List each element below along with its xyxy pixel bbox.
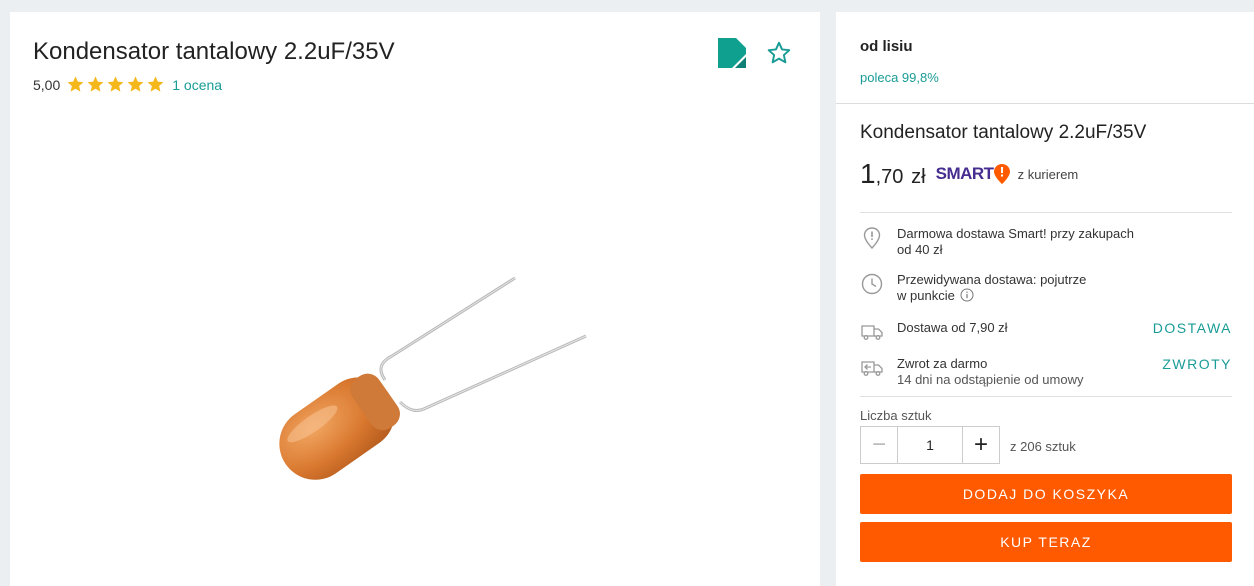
clock-icon <box>861 273 883 295</box>
courier-note: z kurierem <box>1017 166 1079 182</box>
smart-pin-outline-icon <box>863 227 881 250</box>
returns-row: Zwrot za darmo 14 dni na odstąpienie od … <box>860 356 1232 390</box>
free-delivery-row: Darmowa dostawa Smart! przy zakupach od … <box>860 226 1232 260</box>
price-decimal: ,70 <box>875 166 904 188</box>
add-to-cart-button[interactable]: DODAJ DO KOSZYKA <box>860 474 1232 514</box>
quantity-stepper: − 1 + <box>860 426 1000 464</box>
price: 1,70 zł <box>860 158 926 190</box>
expected-delivery-text: Przewidywana dostawa: pojutrze w punkcie <box>897 272 1086 304</box>
buy-now-button[interactable]: KUP TERAZ <box>860 522 1232 562</box>
rating-value: 5,00 <box>33 76 61 93</box>
stock-count: z 206 sztuk <box>1010 439 1076 454</box>
info-icon[interactable] <box>960 288 974 302</box>
quantity-label: Liczba sztuk <box>860 408 932 423</box>
product-image <box>279 276 587 480</box>
price-row: 1,70 zł SMART z kurierem <box>860 158 1078 190</box>
seller-name[interactable]: od lisiu <box>860 38 913 55</box>
smart-badge: SMART <box>936 164 1010 184</box>
seller-recommendation: poleca 99,8% <box>860 70 939 85</box>
free-delivery-line1: Darmowa dostawa Smart! przy zakupach <box>897 226 1134 241</box>
expected-delivery-line2: w punkcie <box>897 288 955 303</box>
smart-label: SMART <box>935 164 994 183</box>
star-icon <box>87 76 104 92</box>
product-gallery-panel: Kondensator tantalowy 2.2uF/35V 5,00 1 o… <box>10 12 820 586</box>
expected-delivery-line1: Przewidywana dostawa: pojutrze <box>897 272 1087 287</box>
price-currency: zł <box>911 166 926 188</box>
truck-icon <box>861 325 883 340</box>
divider <box>836 103 1254 104</box>
free-delivery-line2: od 40 zł <box>897 242 943 257</box>
shipping-row: Dostawa od 7,90 zł DOSTAWA <box>860 320 1232 342</box>
smart-pin-icon <box>993 164 1010 184</box>
quantity-input[interactable]: 1 <box>898 426 962 464</box>
return-truck-icon <box>861 361 883 376</box>
free-delivery-text: Darmowa dostawa Smart! przy zakupach od … <box>897 226 1134 258</box>
product-title: Kondensator tantalowy 2.2uF/35V <box>33 38 395 65</box>
star-icon <box>147 76 164 92</box>
star-icon <box>67 76 84 92</box>
star-icon <box>107 76 124 92</box>
returns-line1: Zwrot za darmo <box>897 356 988 371</box>
expected-delivery-row: Przewidywana dostawa: pojutrze w punkcie <box>860 272 1232 306</box>
increase-button[interactable]: + <box>962 426 1000 464</box>
returns-link[interactable]: ZWROTY <box>1162 356 1232 372</box>
shipping-link[interactable]: DOSTAWA <box>1153 320 1232 336</box>
offer-title: Kondensator tantalowy 2.2uF/35V <box>860 122 1147 143</box>
offer-panel: od lisiu poleca 99,8% Kondensator tantal… <box>836 12 1254 586</box>
rating-stars <box>66 75 166 94</box>
bookmark-icon[interactable] <box>718 38 746 68</box>
price-integer: 1 <box>860 158 876 189</box>
star-icon <box>127 76 144 92</box>
star-outline-icon[interactable] <box>766 40 792 66</box>
divider <box>860 212 1232 213</box>
divider <box>860 396 1232 397</box>
returns-line2: 14 dni na odstąpienie od umowy <box>897 372 1084 387</box>
returns-text: Zwrot za darmo 14 dni na odstąpienie od … <box>897 356 1083 388</box>
rating: 5,00 1 ocena <box>33 75 222 94</box>
decrease-button[interactable]: − <box>860 426 898 464</box>
shipping-text: Dostawa od 7,90 zł <box>897 320 1008 335</box>
rating-count-link[interactable]: 1 ocena <box>172 77 222 93</box>
